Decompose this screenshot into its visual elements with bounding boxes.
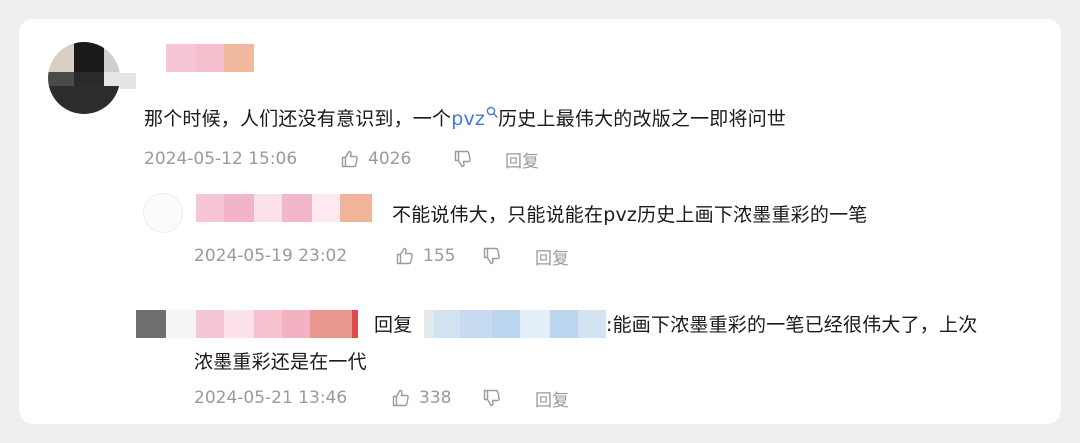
dislike-button[interactable] [453,149,505,169]
thumbs-up-icon [395,246,415,266]
avatar[interactable] [143,193,183,233]
reply-word: 回复 [374,314,413,336]
username-redacted[interactable] [136,310,358,338]
comment-text-after: 历史上最伟大的改版之一即将问世 [498,108,787,130]
comment-text-line2: 浓墨重彩还是在一代 [194,351,367,373]
like-count: 338 [419,388,452,408]
comment-text-line1: :能画下浓墨重彩的一笔已经很伟大了，上次 [606,314,978,336]
reply-button[interactable]: 回复 [535,386,569,411]
comment-meta: 2024-05-19 23:02 155 回复 [194,244,569,269]
username-redacted[interactable] [196,194,372,222]
avatar[interactable] [48,42,120,114]
thumbs-down-icon [482,246,502,266]
timestamp: 2024-05-12 15:06 [144,149,298,169]
timestamp: 2024-05-19 23:02 [194,246,348,266]
timestamp: 2024-05-21 13:46 [194,388,348,408]
thumbs-up-icon [391,388,411,408]
thumbs-down-icon [482,388,502,408]
search-icon [486,106,498,118]
comment-text-before: 那个时候，人们还没有意识到，一个 [144,108,452,130]
thumbs-down-icon [453,149,473,169]
reply-button[interactable]: 回复 [535,244,569,269]
search-link-label: pvz [451,108,486,130]
reply-target-username-redacted[interactable] [424,310,606,338]
like-count: 155 [423,246,456,266]
avatar-mosaic-edge [120,73,136,89]
comment-meta: 2024-05-12 15:06 4026 回复 [144,147,539,172]
reply-button[interactable]: 回复 [505,147,539,172]
dislike-button[interactable] [482,388,535,408]
comment-meta: 2024-05-21 13:46 338 回复 [194,386,569,411]
comment-text: 不能说伟大，只能说能在pvz历史上画下浓墨重彩的一笔 [392,204,868,226]
like-count: 4026 [368,149,412,169]
like-button[interactable]: 4026 [340,149,453,169]
thumbs-up-icon [340,149,360,169]
like-button[interactable]: 338 [391,388,482,408]
search-link[interactable]: pvz [451,106,498,130]
dislike-button[interactable] [482,246,535,266]
comment-text: 那个时候，人们还没有意识到，一个pvz 历史上最伟大的改版之一即将问世 [144,104,786,131]
username-redacted[interactable] [166,44,254,72]
like-button[interactable]: 155 [395,246,482,266]
